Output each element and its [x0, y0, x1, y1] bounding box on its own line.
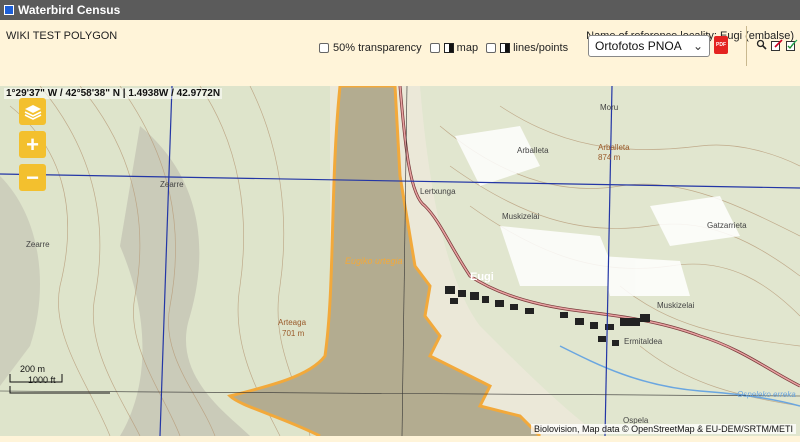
- bottom-strip: [0, 436, 800, 442]
- map-label-eugi: Eugi: [470, 271, 494, 283]
- basemap-select[interactable]: Ortofotos PNOA ⌄: [588, 35, 710, 57]
- layers-button[interactable]: [19, 98, 46, 125]
- map-label-gatzarrieta: Gatzarrieta: [707, 221, 747, 230]
- map-label-lertxunga: Lertxunga: [420, 187, 456, 196]
- map-label-muskizelai-1: Muskizelai: [502, 212, 540, 221]
- polygon-name: WIKI TEST POLYGON: [6, 30, 118, 42]
- toolbar-separator: [746, 26, 747, 66]
- map-label-zearre-2: Zearre: [26, 240, 50, 249]
- map-checkbox[interactable]: [429, 43, 440, 53]
- lines-checkbox[interactable]: [486, 43, 497, 53]
- map-label-arballeta: Arballeta: [517, 146, 549, 155]
- map-label-ospeleko: Ospeleko erreka: [737, 390, 796, 399]
- transparency-checkbox[interactable]: [319, 43, 329, 53]
- scale-imperial: 1000 ft: [28, 375, 56, 385]
- window-title: Waterbird Census: [18, 3, 121, 17]
- map-label-muskizelai-2: Muskizelai: [657, 301, 695, 310]
- map-label-arteaga: Arteaga: [278, 318, 307, 327]
- lines-toggle[interactable]: lines/points: [486, 42, 568, 54]
- map-label-arballeta-elev: 874 m: [598, 153, 621, 162]
- map-attribution: Biolovision, Map data © OpenStreetMap & …: [530, 424, 796, 434]
- map-label-zearre-1: Zearre: [160, 180, 184, 189]
- title-bar: Waterbird Census: [0, 0, 800, 20]
- zoom-out-button[interactable]: −: [19, 164, 46, 191]
- edit-icon[interactable]: [770, 38, 783, 51]
- pdf-icon[interactable]: PDF: [714, 36, 728, 54]
- lines-label: lines/points: [513, 42, 569, 54]
- transparency-toggle[interactable]: 50% transparency: [319, 42, 422, 54]
- lines-contrast-icon: [500, 43, 511, 53]
- search-icon[interactable]: [755, 38, 768, 51]
- basemap-selected-value: Ortofotos PNOA: [595, 39, 682, 53]
- map-label-moru: Moru: [600, 103, 619, 112]
- map-label: map: [456, 42, 479, 54]
- scale-metric: 200 m: [20, 364, 46, 374]
- map-controls: 50% transparency map lines/points: [319, 37, 576, 59]
- scale-bar: 200 m 1000 ft: [8, 364, 56, 385]
- map-toggle[interactable]: map: [429, 42, 479, 54]
- map-label-arballeta-peak: Arballeta: [598, 143, 630, 152]
- zoom-in-button[interactable]: +: [19, 131, 46, 158]
- map-label-lake: Eugiko urtegia: [345, 256, 403, 266]
- map-label-arteaga-elev: 701 m: [282, 329, 305, 338]
- edit-check-icon[interactable]: [785, 38, 798, 51]
- chevron-down-icon: ⌄: [692, 39, 703, 53]
- transparency-label: 50% transparency: [333, 42, 422, 54]
- map-label-ermitaldea: Ermitaldea: [624, 337, 663, 346]
- app-icon: [4, 5, 14, 15]
- layers-icon: [24, 104, 41, 120]
- map-contrast-icon: [443, 43, 454, 53]
